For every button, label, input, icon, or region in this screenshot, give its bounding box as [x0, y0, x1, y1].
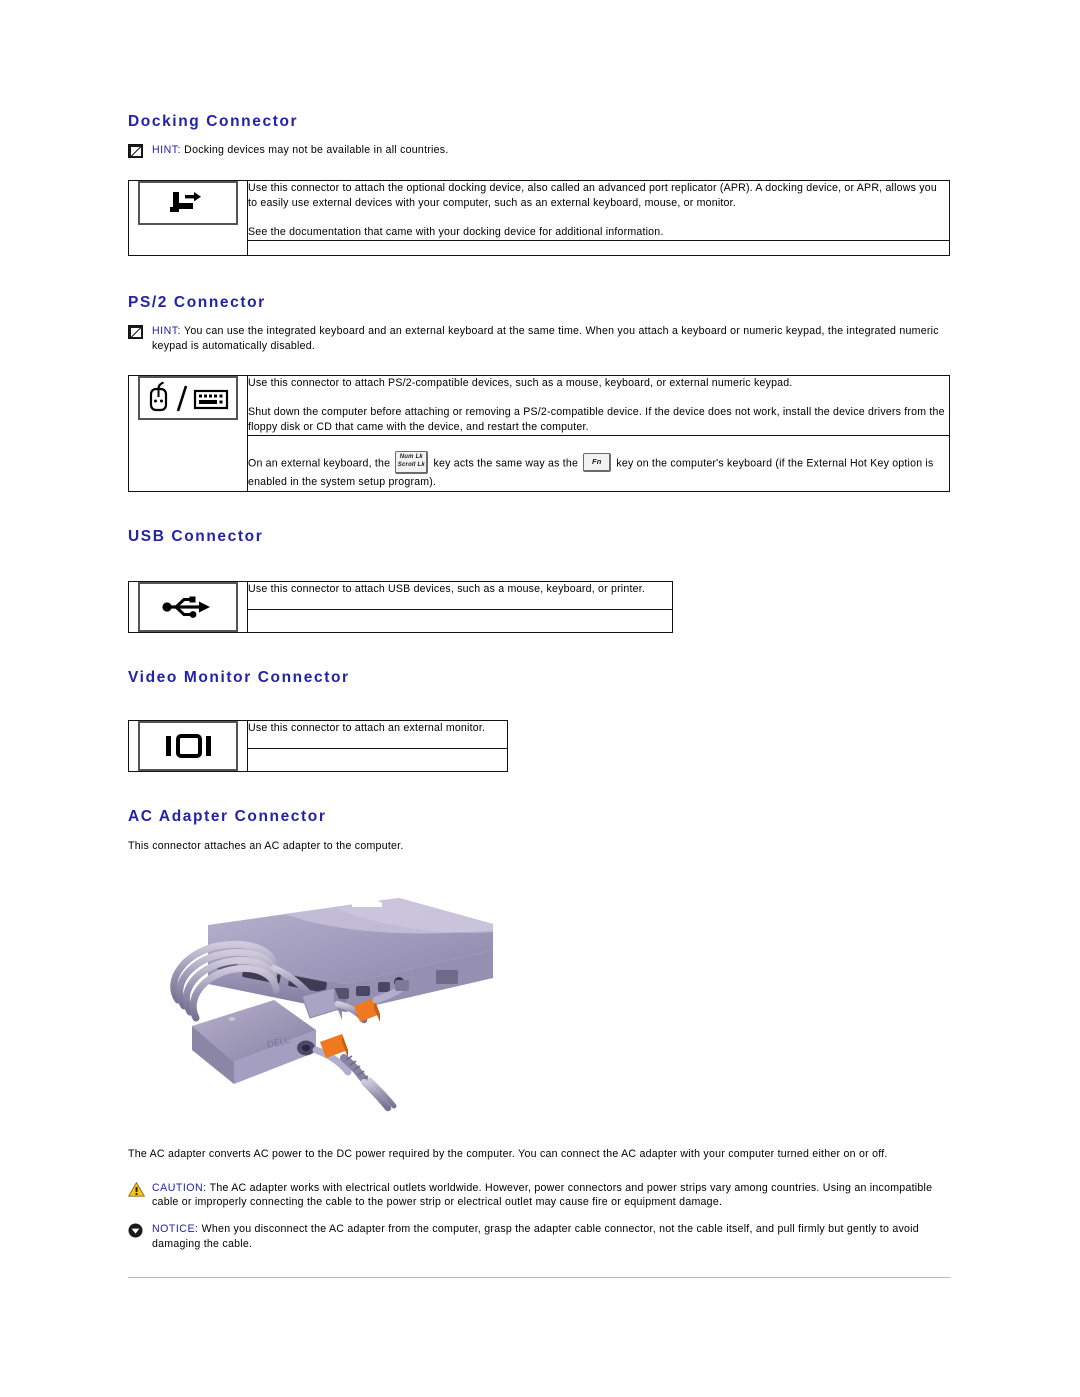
- fn-keycap-icon: Fn: [583, 453, 612, 473]
- notice-body: When you disconnect the AC adapter from …: [152, 1222, 919, 1250]
- table-usb-connector: Use this connector to attach USB devices…: [128, 580, 673, 633]
- ac-intro-text: This connector attaches an AC adapter to…: [128, 839, 404, 852]
- heading-ps2-connector: PS/2 Connector: [128, 294, 266, 312]
- ps2-hotkey-cell: On an external keyboard, the Num Lk Scrol…: [247, 435, 950, 492]
- video-monitor-icon: [138, 720, 238, 771]
- docking-connector-icon: [138, 181, 238, 226]
- document-content: Docking Connector HINT: Docking devices …: [128, 113, 953, 1279]
- ac-summary-text: The AC adapter converts AC power to the …: [128, 1148, 888, 1161]
- ps2-paragraph-2: Shut down the computer before attaching …: [248, 405, 945, 434]
- table-video-connector: Use this connector to attach an external…: [128, 719, 508, 772]
- video-paragraph-1: Use this connector to attach an external…: [248, 721, 486, 734]
- notice-ac-adapter: NOTICE: When you disconnect the AC adapt…: [128, 1222, 953, 1251]
- hint-ps2: HINT: You can use the integrated keyboar…: [128, 324, 953, 353]
- table-row-spacer: [129, 240, 950, 257]
- docking-paragraph-1: Use this connector to attach the optiona…: [248, 182, 937, 210]
- notice-label: NOTICE:: [152, 1222, 199, 1235]
- table-ps2-connector: Use this connector to attach PS/2-compat…: [128, 375, 950, 492]
- hotkey-text-before: On an external keyboard, the: [248, 457, 394, 470]
- ps2-description-cell: Use this connector to attach PS/2-compat…: [247, 375, 950, 437]
- keycap-line-1: Num Lk: [399, 454, 423, 461]
- hint-ps2-text: HINT: You can use the integrated keyboar…: [152, 324, 953, 353]
- notice-text: NOTICE: When you disconnect the AC adapt…: [152, 1222, 953, 1251]
- caution-body: The AC adapter works with electrical out…: [152, 1181, 933, 1209]
- caution-text: CAUTION: The AC adapter works with elect…: [152, 1181, 953, 1210]
- docking-paragraph-2: See the documentation that came with you…: [248, 225, 664, 238]
- table-row: On an external keyboard, the Num Lk Scrol…: [129, 435, 950, 492]
- table-row: Use this connector to attach USB devices…: [128, 580, 673, 633]
- video-icon-cell: [128, 719, 248, 772]
- mouse-slash-keyboard-icon: [138, 376, 238, 421]
- table-row: Use this connector to attach PS/2-compat…: [128, 375, 950, 492]
- hint-docking: HINT: Docking devices may not be availab…: [128, 143, 953, 159]
- ac-adapter-photo: DELL: [156, 880, 496, 1125]
- usb-paragraph-1: Use this connector to attach USB devices…: [248, 582, 645, 595]
- table-row: Use this connector to attach the optiona…: [128, 180, 950, 257]
- heading-ac-adapter-connector: AC Adapter Connector: [128, 807, 327, 825]
- heading-docking-connector: Docking Connector: [128, 113, 299, 130]
- video-description-cell: Use this connector to attach an external…: [247, 719, 508, 749]
- caution-label: CAUTION:: [152, 1181, 207, 1194]
- docking-icon-cell: [128, 180, 248, 257]
- usb-trident-icon: [138, 581, 238, 632]
- hint-label: HINT:: [152, 325, 181, 338]
- table-row: Use this connector to attach an external…: [128, 719, 508, 772]
- warning-triangle-icon: [128, 1181, 145, 1197]
- numlk-scrolllk-keycap-icon: Num Lk Scroll Lk: [395, 451, 429, 475]
- hint-text: You can use the integrated keyboard and …: [152, 325, 939, 352]
- ps2-icon-cell: [128, 375, 248, 492]
- hint-docking-text: HINT: Docking devices may not be availab…: [152, 143, 449, 158]
- video-empty-cell: [247, 747, 508, 772]
- docking-empty-cell: [247, 240, 950, 257]
- table-docking-connector: Use this connector to attach the optiona…: [128, 180, 950, 257]
- usb-description-cell: Use this connector to attach USB devices…: [247, 580, 673, 610]
- hint-note-icon: [128, 325, 144, 340]
- keycap-line-2: Scroll Lk: [397, 462, 425, 469]
- hint-text: Docking devices may not be available in …: [180, 144, 449, 157]
- usb-empty-cell: [247, 608, 673, 633]
- heading-video-monitor-connector: Video Monitor Connector: [128, 668, 350, 686]
- ps2-hotkey-paragraph: On an external keyboard, the Num Lk Scrol…: [248, 451, 949, 490]
- caution-ac-adapter: CAUTION: The AC adapter works with elect…: [128, 1181, 953, 1210]
- hotkey-text-middle: key acts the same way as the: [430, 457, 582, 470]
- document-page: Docking Connector HINT: Docking devices …: [0, 0, 1080, 1397]
- hint-label: HINT:: [152, 144, 181, 157]
- ps2-paragraph-1: Use this connector to attach PS/2-compat…: [248, 377, 793, 390]
- notice-circle-icon: [128, 1223, 144, 1238]
- usb-icon-cell: [128, 580, 248, 633]
- heading-usb-connector: USB Connector: [128, 527, 264, 545]
- docking-description-cell: Use this connector to attach the optiona…: [247, 180, 950, 242]
- footer-divider: [128, 1277, 950, 1279]
- hint-note-icon: [128, 144, 144, 159]
